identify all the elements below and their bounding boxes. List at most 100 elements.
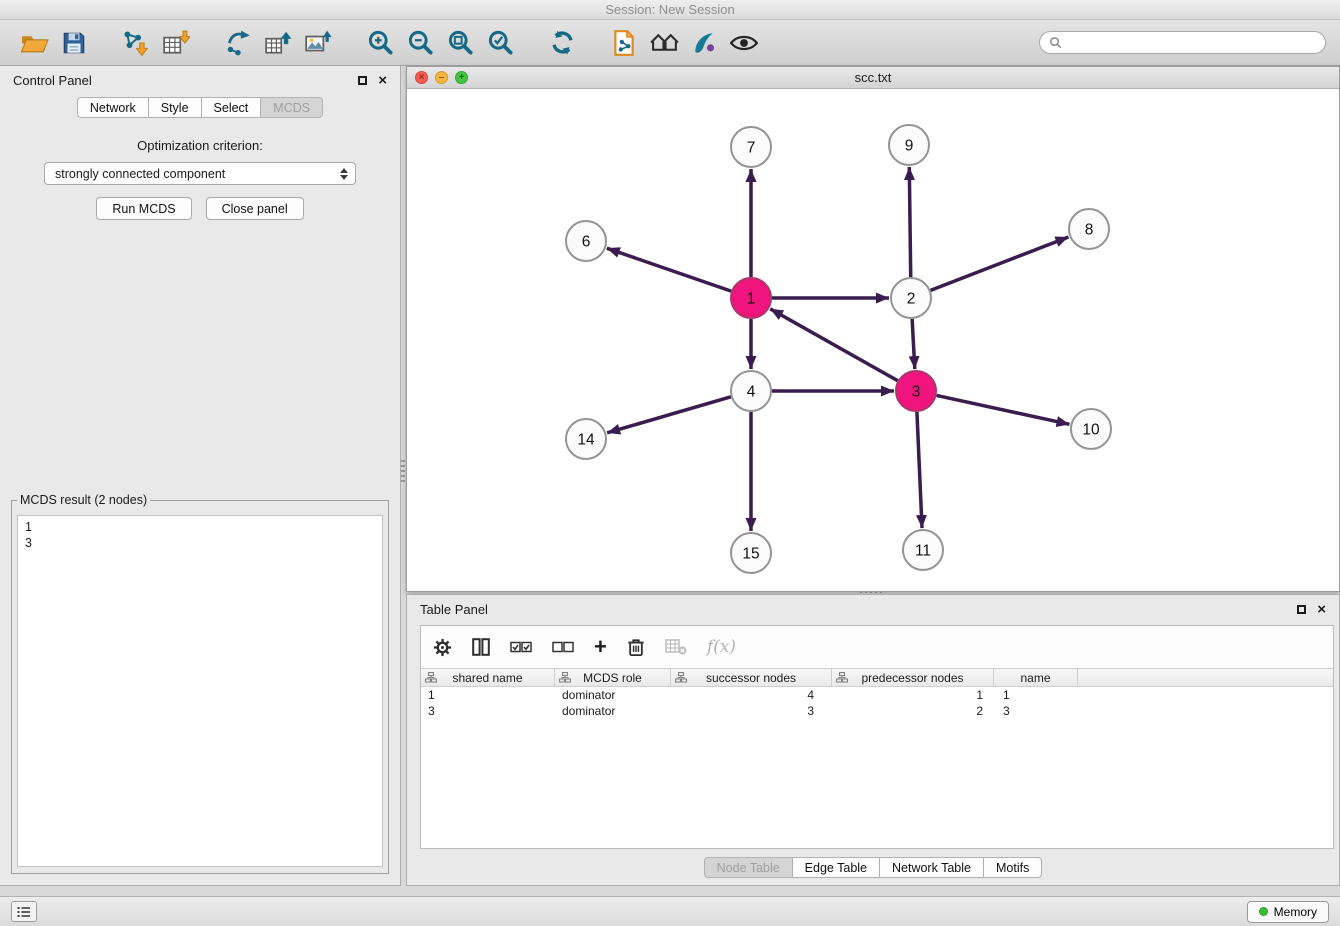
search-box[interactable]: [1039, 31, 1326, 54]
column-type-icon: [675, 672, 687, 683]
delete-table-button[interactable]: [665, 632, 687, 662]
export-image-button[interactable]: [300, 24, 336, 62]
mcds-result-title: MCDS result (2 nodes): [17, 493, 150, 507]
trash-icon: [627, 637, 645, 657]
cell-mcds-role[interactable]: dominator: [555, 703, 671, 719]
cell-predecessor-nodes[interactable]: 2: [832, 703, 994, 719]
maximize-window-icon[interactable]: +: [455, 71, 468, 84]
column-type-icon: [425, 672, 437, 683]
memory-button[interactable]: Memory: [1247, 901, 1329, 923]
run-mcds-button[interactable]: Run MCDS: [96, 197, 191, 220]
column-header-mcds-role[interactable]: MCDS role: [555, 669, 671, 686]
home-button[interactable]: [646, 24, 682, 62]
open-folder-icon: [20, 30, 49, 55]
cell-name[interactable]: 3: [994, 703, 1078, 719]
export-network-button[interactable]: [220, 24, 256, 62]
save-session-button[interactable]: [56, 24, 92, 62]
open-session-button[interactable]: [16, 24, 52, 62]
close-panel-icon[interactable]: ×: [378, 73, 387, 88]
table-panel: Table Panel ×: [406, 594, 1340, 886]
select-all-columns-button[interactable]: [510, 632, 532, 662]
zoom-fit-icon: [447, 29, 474, 56]
network-edge-2-9[interactable]: [909, 167, 910, 277]
search-input[interactable]: [1068, 34, 1316, 52]
show-graphics-details-button[interactable]: [726, 24, 762, 62]
cell-shared-name[interactable]: 1: [421, 687, 555, 703]
unchecked-boxes-icon: [552, 639, 574, 655]
network-node-label: 7: [747, 140, 756, 157]
delete-table-icon: [665, 638, 687, 656]
clone-network-button[interactable]: [606, 24, 642, 62]
cell-successor-nodes[interactable]: 3: [671, 703, 832, 719]
network-graph[interactable]: 1234678910111415: [407, 89, 1339, 592]
network-edge-2-8[interactable]: [931, 237, 1069, 290]
network-edge-3-10[interactable]: [937, 395, 1070, 424]
column-type-icon: [559, 672, 571, 683]
import-table-button[interactable]: [158, 24, 194, 62]
create-column-button[interactable]: +: [594, 632, 607, 662]
zoom-in-button[interactable]: [362, 24, 398, 62]
minimize-window-icon[interactable]: –: [435, 71, 448, 84]
close-panel-button[interactable]: Close panel: [206, 197, 304, 220]
export-table-button[interactable]: [260, 24, 296, 62]
delete-column-button[interactable]: [627, 632, 645, 662]
import-network-button[interactable]: [118, 24, 154, 62]
function-builder-button[interactable]: f(x): [707, 632, 736, 662]
tab-select[interactable]: Select: [201, 97, 261, 118]
tab-mcds[interactable]: MCDS: [260, 97, 323, 118]
node-table-row[interactable]: 3 dominator 3 2 3: [421, 703, 1333, 719]
network-canvas[interactable]: 1234678910111415: [407, 89, 1339, 591]
column-type-icon: [836, 672, 848, 683]
tab-edge-table[interactable]: Edge Table: [792, 857, 879, 878]
mcds-result-list[interactable]: 1 3: [17, 515, 383, 867]
window-titlebar: Session: New Session: [0, 0, 1340, 20]
table-panel-title: Table Panel: [420, 602, 488, 617]
control-panel-tabs: Network Style Select MCDS: [0, 97, 400, 118]
network-edge-2-3[interactable]: [912, 319, 915, 369]
tab-motifs[interactable]: Motifs: [983, 857, 1042, 878]
tab-style[interactable]: Style: [148, 97, 201, 118]
zoom-fit-button[interactable]: [442, 24, 478, 62]
column-header-name[interactable]: name: [994, 669, 1078, 686]
cell-shared-name[interactable]: 3: [421, 703, 555, 719]
cell-predecessor-nodes[interactable]: 1: [832, 687, 994, 703]
column-header-successor-nodes[interactable]: successor nodes: [671, 669, 832, 686]
node-table-row[interactable]: 1 dominator 4 1 1: [421, 687, 1333, 703]
criterion-select[interactable]: strongly connected component: [44, 162, 356, 185]
network-node-label: 3: [912, 384, 921, 401]
vertical-splitter-grip[interactable]: [401, 460, 405, 484]
refresh-button[interactable]: [544, 24, 580, 62]
show-columns-button[interactable]: [472, 632, 490, 662]
network-node-label: 9: [905, 138, 914, 155]
mcds-result-line: 1: [25, 519, 375, 535]
clone-network-icon: [611, 29, 637, 57]
float-table-panel-icon[interactable]: [1297, 605, 1306, 614]
export-table-icon: [264, 29, 292, 57]
tab-node-table[interactable]: Node Table: [704, 857, 792, 878]
style-paint-button[interactable]: [686, 24, 722, 62]
window-title: Session: New Session: [605, 2, 734, 17]
zoom-out-icon: [407, 29, 434, 56]
cell-name[interactable]: 1: [994, 687, 1078, 703]
network-edge-3-11[interactable]: [917, 412, 922, 528]
float-panel-icon[interactable]: [358, 76, 367, 85]
network-edge-1-6[interactable]: [607, 248, 731, 291]
network-edge-4-14[interactable]: [607, 397, 731, 433]
tab-network-table[interactable]: Network Table: [879, 857, 983, 878]
task-history-button[interactable]: [11, 901, 37, 922]
close-table-panel-icon[interactable]: ×: [1317, 602, 1326, 617]
cell-successor-nodes[interactable]: 4: [671, 687, 832, 703]
cell-mcds-role[interactable]: dominator: [555, 687, 671, 703]
close-window-icon[interactable]: ×: [415, 71, 428, 84]
unselect-all-columns-button[interactable]: [552, 632, 574, 662]
eye-icon: [730, 33, 758, 53]
column-header-predecessor-nodes[interactable]: predecessor nodes: [832, 669, 994, 686]
zoom-selected-button[interactable]: [482, 24, 518, 62]
tab-network[interactable]: Network: [77, 97, 148, 118]
network-edge-3-1[interactable]: [770, 309, 898, 381]
table-settings-button[interactable]: [433, 632, 452, 662]
network-node-label: 4: [747, 384, 756, 401]
zoom-out-button[interactable]: [402, 24, 438, 62]
network-node-label: 15: [742, 546, 759, 563]
column-header-shared-name[interactable]: shared name: [421, 669, 555, 686]
